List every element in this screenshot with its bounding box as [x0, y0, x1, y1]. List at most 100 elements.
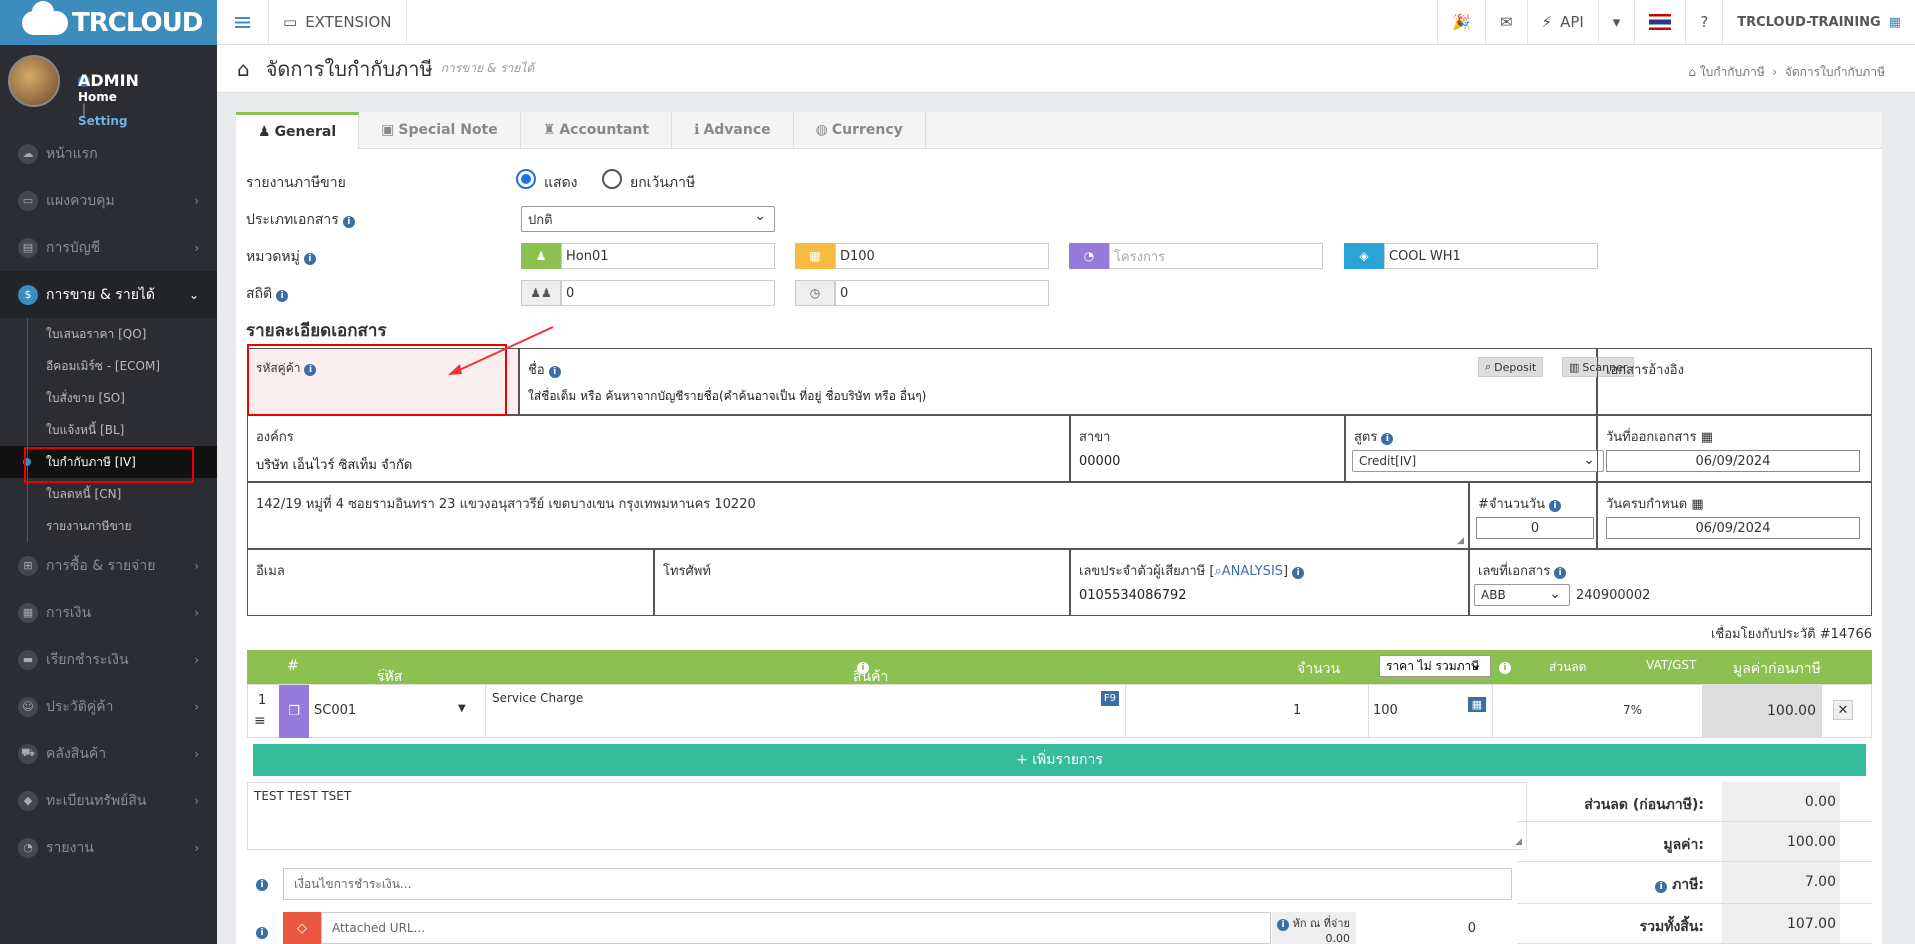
highlight-box-sidebar: [24, 447, 194, 483]
taxid-value[interactable]: 0105534086792: [1079, 588, 1187, 603]
stat-input-1[interactable]: 0: [561, 280, 775, 306]
subnav-ecom[interactable]: อีคอมเมิร์ซ - [ECOM]: [0, 350, 217, 382]
company-button[interactable]: TRCLOUD-TRAINING ▦: [1722, 0, 1915, 45]
docno-prefix-select[interactable]: ABB: [1474, 584, 1570, 606]
attached-url-input[interactable]: Attached URL...: [321, 912, 1271, 944]
chevron-right-icon: ›: [194, 558, 199, 573]
info-icon: i: [252, 876, 268, 891]
extension-button[interactable]: ▭ EXTENSION: [269, 0, 407, 45]
add-item-button[interactable]: + เพิ่มรายการ: [253, 744, 1866, 776]
setting-link[interactable]: Setting: [78, 114, 128, 128]
breadcrumb-item[interactable]: ใบกำกับภาษี: [1700, 65, 1765, 79]
caret-down-icon[interactable]: ▼: [458, 703, 466, 714]
summary-total: รวมทั้งสิ้น: 107.00: [1518, 904, 1872, 944]
nav-accounting[interactable]: ▤ การบัญชี ›: [0, 224, 217, 271]
deposit-button[interactable]: ⌕ Deposit: [1478, 357, 1544, 377]
help-icon[interactable]: ?: [1685, 0, 1722, 45]
radio-show[interactable]: [516, 169, 536, 189]
price-mode-select[interactable]: ราคา ไม่ รวมภาษี: [1379, 655, 1491, 677]
category-input-1[interactable]: Hon01: [561, 243, 775, 269]
category-input-2[interactable]: D100: [835, 243, 1049, 269]
product-cell[interactable]: Service Charge F9: [485, 685, 1126, 738]
dropbox-icon[interactable]: ◇: [283, 912, 321, 944]
wht-amount[interactable]: 0: [1356, 912, 1486, 944]
nav-assets[interactable]: ◆ ทะเบียนทรัพย์สิน ›: [0, 777, 217, 824]
menu-toggle-icon[interactable]: ≡: [217, 0, 269, 45]
phone-cell[interactable]: โทรศัพท์: [654, 549, 1070, 616]
note-area[interactable]: TEST TEST TSET ◢: [247, 782, 1527, 850]
nav-finance[interactable]: ▦ การเงิน ›: [0, 589, 217, 636]
days-cell: #จำนวนวัน i 0: [1469, 482, 1597, 549]
item-code[interactable]: SC001: [314, 703, 356, 718]
name-hint[interactable]: ใส่ชื่อเต็ม หรือ ค้นหาจากบัญชีรายชื่อ(คำ…: [528, 387, 926, 406]
radio-exempt-label: ยกเว้นภาษี: [630, 175, 696, 191]
payment-terms-input[interactable]: เงื่อนไขการชำระเงิน...: [283, 868, 1512, 900]
stat-input-2[interactable]: 0: [835, 280, 1049, 306]
info-icon: i: [1549, 500, 1562, 512]
subnav-sales-order[interactable]: ใบสั่งขาย [SO]: [0, 382, 217, 414]
tab-advance[interactable]: ℹ Advance: [672, 112, 794, 148]
nav-billing[interactable]: ▬ เรียกชำระเงิน ›: [0, 636, 217, 683]
doc-type-select[interactable]: ปกติ: [521, 206, 775, 232]
price-cell[interactable]: 100 ▦: [1368, 685, 1493, 738]
party-icon[interactable]: 🎉: [1437, 0, 1485, 45]
item-vat[interactable]: 7%: [1623, 703, 1642, 717]
chevron-right-icon: ›: [194, 746, 199, 761]
nav-reports[interactable]: ◔ รายงาน ›: [0, 824, 217, 871]
email-cell[interactable]: อีเมล: [247, 549, 654, 616]
copy-icon[interactable]: ❐: [279, 685, 309, 738]
subnav-billing[interactable]: ใบแจ้งหนี้ [BL]: [0, 414, 217, 446]
subnav-quotation[interactable]: ใบเสนอราคา [QO]: [0, 318, 217, 350]
project-input[interactable]: โครงการ: [1109, 243, 1323, 269]
doc-type-label: ประเภทเอกสาร i: [246, 209, 355, 231]
dropdown-caret-icon[interactable]: ▾: [1597, 0, 1635, 45]
info-icon: i: [1292, 567, 1305, 579]
days-input[interactable]: 0: [1476, 517, 1594, 539]
mail-icon[interactable]: ✉: [1484, 0, 1527, 45]
nav-sales[interactable]: $ การขาย & รายได้ ⌄: [0, 271, 217, 318]
analysis-link[interactable]: ⌕ANALYSIS: [1214, 564, 1283, 579]
api-button[interactable]: ⚡ API: [1526, 0, 1598, 45]
logo[interactable]: TRCLOUD: [0, 0, 217, 45]
delete-row-icon[interactable]: ✕: [1833, 700, 1853, 720]
tab-general[interactable]: ♟ General: [236, 112, 360, 149]
chevron-right-icon: ›: [194, 652, 199, 667]
nav-inventory[interactable]: ⛟ คลังสินค้า ›: [0, 730, 217, 777]
chevron-down-icon: ⌄: [188, 287, 199, 302]
warehouse-input[interactable]: COOL WH1: [1384, 243, 1598, 269]
thai-flag-icon[interactable]: [1634, 0, 1685, 45]
truck-icon: ⛟: [18, 743, 38, 764]
nav-home[interactable]: ☁ หน้าแรก: [0, 130, 217, 177]
item-qty[interactable]: 1: [1293, 703, 1301, 718]
history-link[interactable]: เชื่อมโยงกับประวัติ #14766: [1711, 623, 1872, 644]
drag-handle-icon[interactable]: ≡: [254, 713, 266, 729]
nav-purchase[interactable]: ⊞ การซื้อ & รายจ่าย ›: [0, 542, 217, 589]
org-value[interactable]: บริษัท เอ็นไวร์ ซิสเท็ม จำกัด: [256, 454, 412, 475]
main-content: ♟ General ▣ Special Note ♜ Accountant ℹ Adva…: [236, 112, 1882, 944]
issue-date-input[interactable]: 06/09/2024: [1606, 450, 1860, 472]
wht-cell: i หัก ณ ที่จ่าย 0.00: [1272, 912, 1356, 944]
due-date-input[interactable]: 06/09/2024: [1606, 517, 1860, 539]
nav-contacts[interactable]: ☺ ประวัติคู่ค้า ›: [0, 683, 217, 730]
users-icon: ♟♟: [521, 280, 561, 306]
f9-button[interactable]: F9: [1100, 691, 1119, 706]
tax-report-label: รายงานภาษีขาย: [246, 175, 346, 191]
radio-exempt[interactable]: [602, 169, 622, 189]
tab-currency[interactable]: ◍ Currency: [794, 112, 926, 148]
subnav-sales-tax-report[interactable]: รายงานภาษีขาย: [0, 510, 217, 542]
tab-accountant[interactable]: ♜ Accountant: [521, 112, 673, 148]
globe-icon: ◍: [815, 122, 828, 138]
tab-special-note[interactable]: ▣ Special Note: [359, 112, 521, 148]
org-cell: องค์กร บริษัท เอ็นไวร์ ซิสเท็ม จำกัด: [247, 415, 1070, 482]
formula-select[interactable]: Credit[IV]: [1352, 450, 1604, 472]
address-cell[interactable]: 142/19 หมู่ที่ 4 ซอยรามอินทรา 23 แขวงอนุ…: [247, 482, 1469, 549]
search-icon: ⌕: [1485, 360, 1492, 373]
info-icon: i: [1499, 662, 1511, 674]
nav-dashboard[interactable]: ▭ แผงควบคุม ›: [0, 177, 217, 224]
dollar-icon: $: [18, 284, 38, 305]
item-total-cell: 100.00: [1702, 685, 1822, 738]
calculator-icon[interactable]: ▦: [1467, 697, 1486, 712]
home-icon[interactable]: ⌂: [237, 57, 250, 81]
reference-cell[interactable]: เอกสารอ้างอิง: [1597, 348, 1872, 415]
branch-value[interactable]: 00000: [1079, 454, 1120, 469]
